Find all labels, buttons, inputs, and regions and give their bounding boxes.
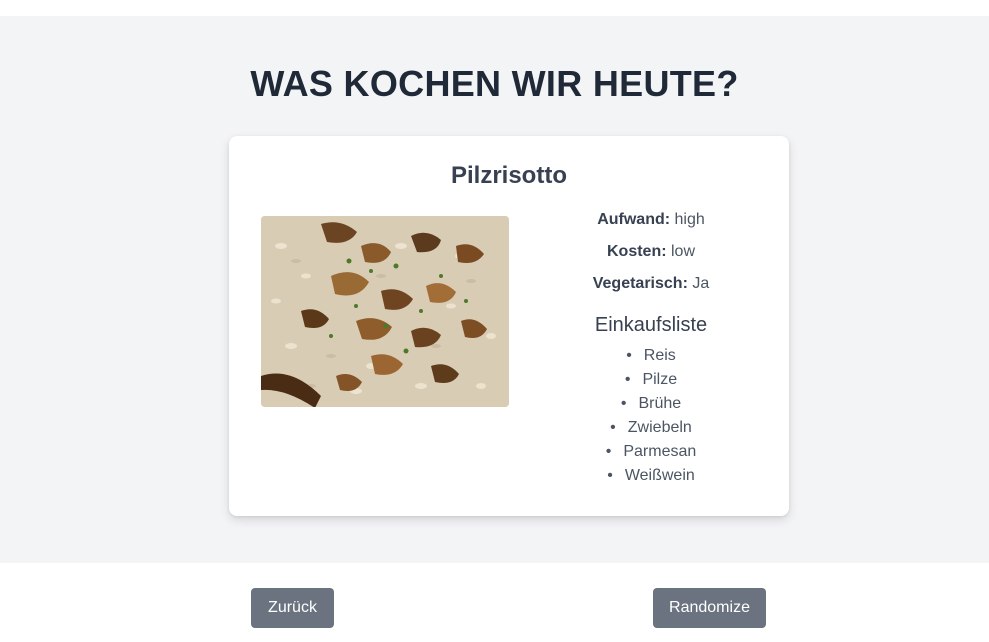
vegetarian-value: Ja: [692, 275, 710, 292]
bullet-icon: •: [624, 371, 631, 388]
bullet-icon: •: [620, 395, 627, 412]
list-item-text: Pilze: [642, 371, 678, 388]
list-item-text: Zwiebeln: [627, 419, 692, 436]
shopping-list-title: Einkaufsliste: [594, 314, 708, 336]
list-item-text: Weißwein: [624, 467, 695, 484]
list-item: • Zwiebeln: [541, 416, 761, 440]
list-item: • Weißwein: [541, 464, 761, 488]
list-item: • Brühe: [541, 392, 761, 416]
recipe-card: Pilzrisotto Aufwand: high Kosten: low Ve…: [229, 136, 789, 516]
effort-label: Aufwand:: [597, 211, 671, 228]
list-item-text: Brühe: [638, 395, 682, 412]
shopping-list: • Reis • Pilze • Brühe • Zwiebeln • Parmesan …: [541, 344, 761, 488]
cost-label: Kosten:: [606, 243, 667, 260]
cost-line: Kosten: low: [541, 240, 761, 272]
recipe-name: Pilzrisotto: [450, 162, 567, 189]
cost-value: low: [671, 243, 696, 260]
recipe-image: [261, 216, 509, 407]
bullet-icon: •: [610, 419, 616, 436]
vegetarian-label: Vegetarisch:: [592, 275, 688, 292]
effort-value: high: [674, 211, 705, 228]
back-button[interactable]: Zurück: [251, 588, 334, 628]
vegetarian-line: Vegetarisch: Ja: [541, 272, 761, 304]
bullet-icon: •: [626, 347, 632, 364]
list-item-text: Reis: [643, 347, 676, 364]
bullet-icon: •: [607, 467, 613, 484]
recipe-info: Aufwand: high Kosten: low Vegetarisch: J…: [541, 208, 761, 488]
list-item: • Pilze: [541, 368, 761, 392]
randomize-button[interactable]: Randomize: [653, 588, 766, 628]
top-strip: [0, 0, 989, 16]
bullet-icon: •: [605, 443, 612, 460]
effort-line: Aufwand: high: [541, 208, 761, 240]
list-item: • Reis: [541, 344, 761, 368]
page-title: WAS KOCHEN WIR HEUTE?: [250, 63, 739, 104]
list-item-text: Parmesan: [623, 443, 697, 460]
bottom-bar: [0, 563, 989, 642]
list-item: • Parmesan: [541, 440, 761, 464]
